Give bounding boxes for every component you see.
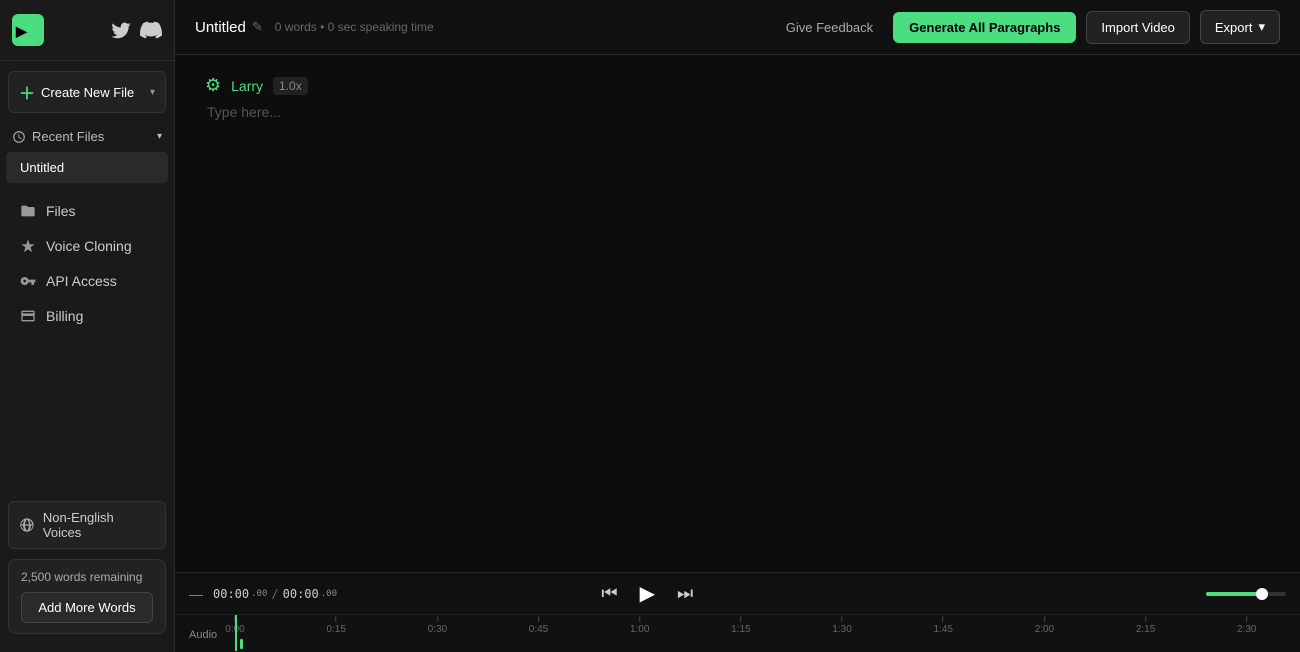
words-remaining-text: 2,500 words remaining <box>21 570 153 584</box>
volume-thumb <box>1256 588 1268 600</box>
timeline-track-row: Audio 0:00 0:15 0:30 0:45 1:00 1:15 1:30… <box>175 615 1300 651</box>
total-time-sub: .00 <box>321 589 337 599</box>
export-label: Export <box>1215 20 1253 35</box>
playhead <box>235 615 237 651</box>
time-display: 00:00.00 / 00:00.00 <box>213 587 337 601</box>
total-time: 00:00 <box>283 587 319 601</box>
clock-icon <box>12 130 26 144</box>
words-remaining-box: 2,500 words remaining Add More Words <box>8 559 166 634</box>
type-here-placeholder[interactable]: Type here... <box>205 104 1270 120</box>
speed-badge[interactable]: 1.0x <box>273 77 308 95</box>
timeline-ruler[interactable]: 0:00 0:15 0:30 0:45 1:00 1:15 1:30 1:45 … <box>235 615 1300 651</box>
speaker-line: ⚙ Larry 1.0x <box>205 75 1270 96</box>
file-title-area: Untitled ✎ <box>195 19 263 36</box>
chevron-down-icon: ▾ <box>1258 19 1265 35</box>
chevron-down-icon: ▾ <box>150 87 155 98</box>
folder-icon <box>20 203 36 219</box>
non-english-voices-button[interactable]: Non-English Voices <box>8 501 166 549</box>
timeline-footer: — 00:00.00 / 00:00.00 ⏮ ▶ ⏭ <box>175 572 1300 652</box>
speaker-name[interactable]: Larry <box>231 78 263 94</box>
skip-forward-button[interactable]: ⏭ <box>671 581 699 606</box>
plus-icon: ＋ <box>19 80 35 104</box>
ruler-mark-8: 2:00 <box>1035 616 1054 635</box>
import-video-button[interactable]: Import Video <box>1086 11 1189 44</box>
timeline-dash: — <box>189 586 203 602</box>
skip-back-button[interactable]: ⏮ <box>595 581 623 606</box>
billing-nav-label: Billing <box>46 308 83 324</box>
files-nav-label: Files <box>46 203 76 219</box>
globe-icon <box>19 517 35 533</box>
card-icon <box>20 308 36 324</box>
sidebar-item-api-access[interactable]: API Access <box>6 264 168 298</box>
audio-segment <box>240 639 243 649</box>
recent-files-label: Recent Files <box>32 129 104 144</box>
svg-text:▶: ▶ <box>15 23 28 39</box>
generate-all-paragraphs-button[interactable]: Generate All Paragraphs <box>893 12 1076 43</box>
non-english-label: Non-English Voices <box>43 510 155 540</box>
sidebar: ▶ ＋ Create New File ▾ Recent Files ▾ Unt… <box>0 0 175 652</box>
api-access-nav-label: API Access <box>46 273 117 289</box>
sidebar-item-voice-cloning[interactable]: Voice Cloning <box>6 229 168 263</box>
sidebar-item-files[interactable]: Files <box>6 194 168 228</box>
ruler-mark-3: 0:45 <box>529 616 548 635</box>
nav-items: Files Voice Cloning API Access Billing <box>0 193 174 334</box>
ruler-mark-9: 2:15 <box>1136 616 1155 635</box>
voice-cloning-nav-label: Voice Cloning <box>46 238 132 254</box>
recent-file-item[interactable]: Untitled <box>6 152 168 183</box>
create-button-label: Create New File <box>41 85 134 100</box>
ruler-mark-4: 1:00 <box>630 616 649 635</box>
timeline-controls: — 00:00.00 / 00:00.00 ⏮ ▶ ⏭ <box>175 573 1300 615</box>
play-button[interactable]: ▶ <box>634 579 661 608</box>
sidebar-bottom: Non-English Voices 2,500 words remaining… <box>0 491 174 652</box>
current-time: 00:00 <box>213 587 249 601</box>
transport-controls: ⏮ ▶ ⏭ <box>595 579 699 608</box>
create-new-file-button[interactable]: ＋ Create New File ▾ <box>8 71 166 113</box>
ruler-mark-7: 1:45 <box>933 616 952 635</box>
sidebar-top: ▶ <box>0 0 174 61</box>
speaker-icon: ⚙ <box>205 75 221 96</box>
ruler-mark-1: 0:15 <box>326 616 345 635</box>
add-more-words-button[interactable]: Add More Words <box>21 592 153 623</box>
editor-area[interactable]: ⚙ Larry 1.0x Type here... <box>175 55 1300 572</box>
file-item-name: Untitled <box>20 160 64 175</box>
volume-fill <box>1206 592 1262 596</box>
file-meta: 0 words • 0 sec speaking time <box>275 20 434 34</box>
volume-bar[interactable] <box>1206 592 1286 596</box>
main-content: Untitled ✎ 0 words • 0 sec speaking time… <box>175 0 1300 652</box>
stars-icon <box>20 238 36 254</box>
ruler-mark-5: 1:15 <box>731 616 750 635</box>
topbar-actions: Give Feedback Generate All Paragraphs Im… <box>776 10 1280 44</box>
export-button[interactable]: Export ▾ <box>1200 10 1280 44</box>
recent-files-section[interactable]: Recent Files ▾ <box>0 123 174 150</box>
twitter-icon[interactable] <box>110 19 132 41</box>
playht-logo: ▶ <box>12 14 44 46</box>
social-icons <box>110 19 162 41</box>
topbar: Untitled ✎ 0 words • 0 sec speaking time… <box>175 0 1300 55</box>
ruler-mark-6: 1:30 <box>832 616 851 635</box>
file-title: Untitled <box>195 19 246 36</box>
chevron-down-icon: ▾ <box>157 131 162 142</box>
give-feedback-button[interactable]: Give Feedback <box>776 14 883 41</box>
ruler-mark-2: 0:30 <box>428 616 447 635</box>
volume-area <box>1206 592 1286 596</box>
key-icon <box>20 273 36 289</box>
ruler-mark-10: 2:30 <box>1237 616 1256 635</box>
sidebar-item-billing[interactable]: Billing <box>6 299 168 333</box>
current-time-sub: .00 <box>251 589 267 599</box>
discord-icon[interactable] <box>140 19 162 41</box>
edit-icon[interactable]: ✎ <box>252 19 263 35</box>
